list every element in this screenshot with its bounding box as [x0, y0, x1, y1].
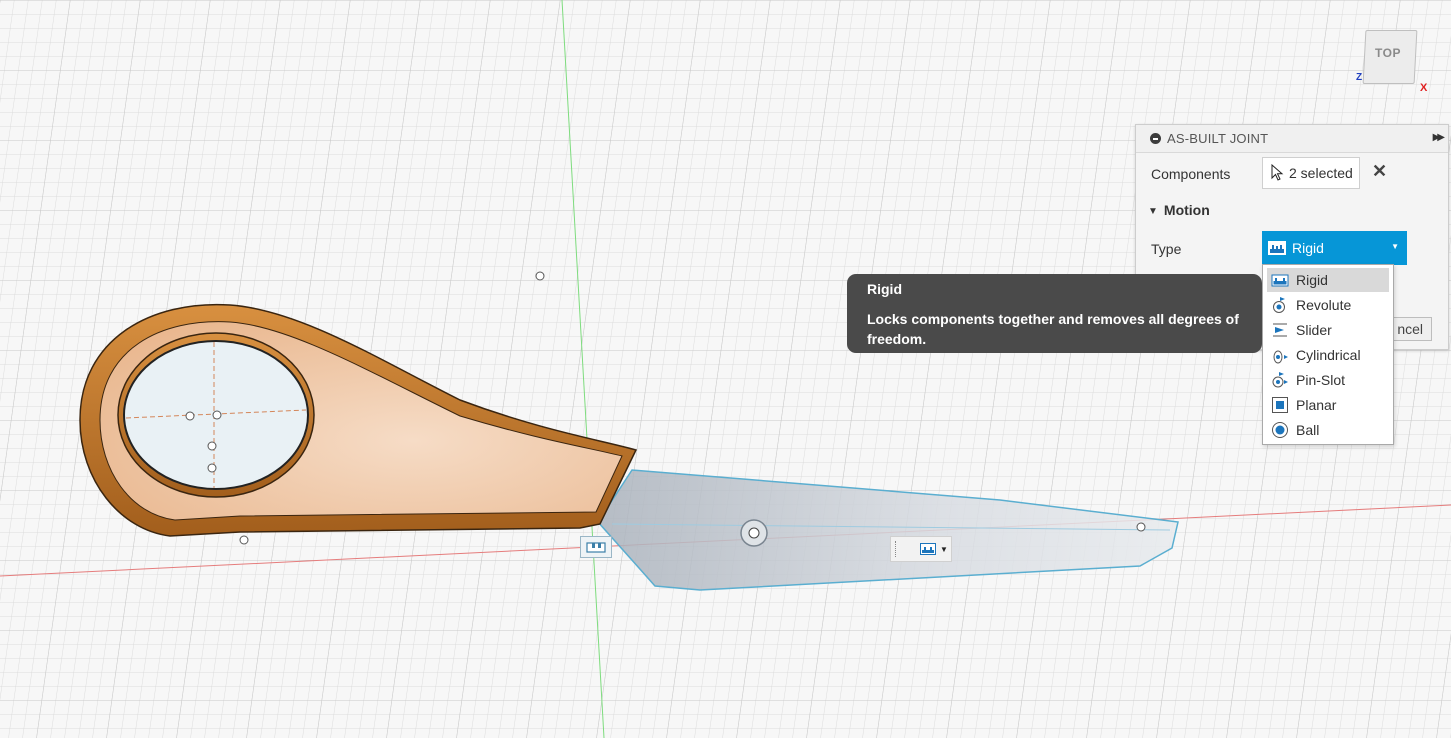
slider-icon: [1273, 323, 1287, 337]
caret-down-icon: ▼: [940, 544, 948, 554]
x-axis-label: X: [1420, 82, 1428, 94]
pin-slot-icon: [1272, 372, 1288, 388]
dropdown-item-rigid[interactable]: Rigid: [1267, 268, 1389, 292]
dropdown-item-ball[interactable]: Ball: [1267, 418, 1389, 442]
grip-icon[interactable]: [895, 541, 900, 557]
z-axis-label: Z: [1356, 72, 1363, 83]
dropdown-item-pin-slot[interactable]: Pin-Slot: [1267, 368, 1389, 392]
dropdown-item-slider[interactable]: Slider: [1267, 318, 1389, 342]
revolute-icon: [1273, 297, 1285, 313]
dropdown-item-label: Rigid: [1296, 272, 1328, 288]
dropdown-item-label: Revolute: [1296, 297, 1352, 313]
components-label: Components: [1151, 166, 1231, 182]
motion-label: Motion: [1163, 202, 1210, 218]
dropdown-item-planar[interactable]: Planar: [1267, 393, 1389, 417]
type-label: Type: [1151, 241, 1182, 257]
joint-glyph[interactable]: [580, 536, 612, 558]
motion-section-header[interactable]: ▼ Motion: [1148, 202, 1210, 218]
expand-panel-icon[interactable]: ▶▶: [1433, 132, 1446, 143]
joint-type-value: Rigid: [1292, 240, 1324, 256]
components-selected-count: 2 selected: [1289, 165, 1353, 181]
dropdown-item-revolute[interactable]: Revolute: [1267, 293, 1389, 317]
rigid-icon: [1271, 274, 1289, 287]
sketch-point: [239, 535, 249, 545]
canvas-viewport[interactable]: TOP Z X ▼: [0, 0, 1451, 738]
panel-title: AS-BUILT JOINT: [1167, 131, 1269, 146]
sketch-point: [535, 271, 545, 281]
ball-icon: [1272, 422, 1288, 438]
rigid-icon: [920, 543, 936, 555]
model-scene[interactable]: [0, 0, 1451, 738]
panel-header: AS-BUILT JOINT ▶▶: [1136, 125, 1448, 153]
joint-type-tooltip: Rigid Locks components together and remo…: [847, 274, 1262, 353]
rigid-joint-icon: [586, 542, 606, 553]
components-selection-button[interactable]: 2 selected: [1262, 157, 1360, 189]
dropdown-item-label: Planar: [1296, 397, 1337, 413]
caret-down-icon: ▼: [1391, 242, 1399, 251]
planar-icon: [1272, 397, 1288, 413]
clear-selection-icon[interactable]: ✕: [1372, 161, 1387, 182]
dropdown-item-label: Ball: [1296, 422, 1320, 438]
viewcube[interactable]: TOP Z X: [1356, 28, 1428, 96]
viewcube-label: TOP: [1375, 46, 1401, 60]
joint-type-mini-dropdown[interactable]: ▼: [890, 536, 952, 562]
joint-type-select[interactable]: Rigid ▼: [1262, 231, 1407, 265]
triangle-down-icon: ▼: [1148, 206, 1158, 217]
dropdown-item-label: Cylindrical: [1296, 347, 1361, 363]
dropdown-item-cylindrical[interactable]: Cylindrical: [1267, 343, 1389, 367]
cylindrical-icon: [1273, 350, 1288, 364]
tooltip-title: Rigid: [867, 281, 902, 297]
dropdown-item-label: Slider: [1296, 322, 1332, 338]
joint-type-dropdown-list: Rigid Revolute Slider Cylindrical Pin-Sl…: [1262, 264, 1394, 445]
dropdown-item-label: Pin-Slot: [1296, 372, 1346, 388]
rigid-icon: [1268, 241, 1286, 255]
tooltip-body: Locks components together and removes al…: [867, 311, 1239, 347]
cursor-arrow-icon: [1271, 164, 1284, 181]
collapse-icon[interactable]: [1150, 133, 1161, 144]
